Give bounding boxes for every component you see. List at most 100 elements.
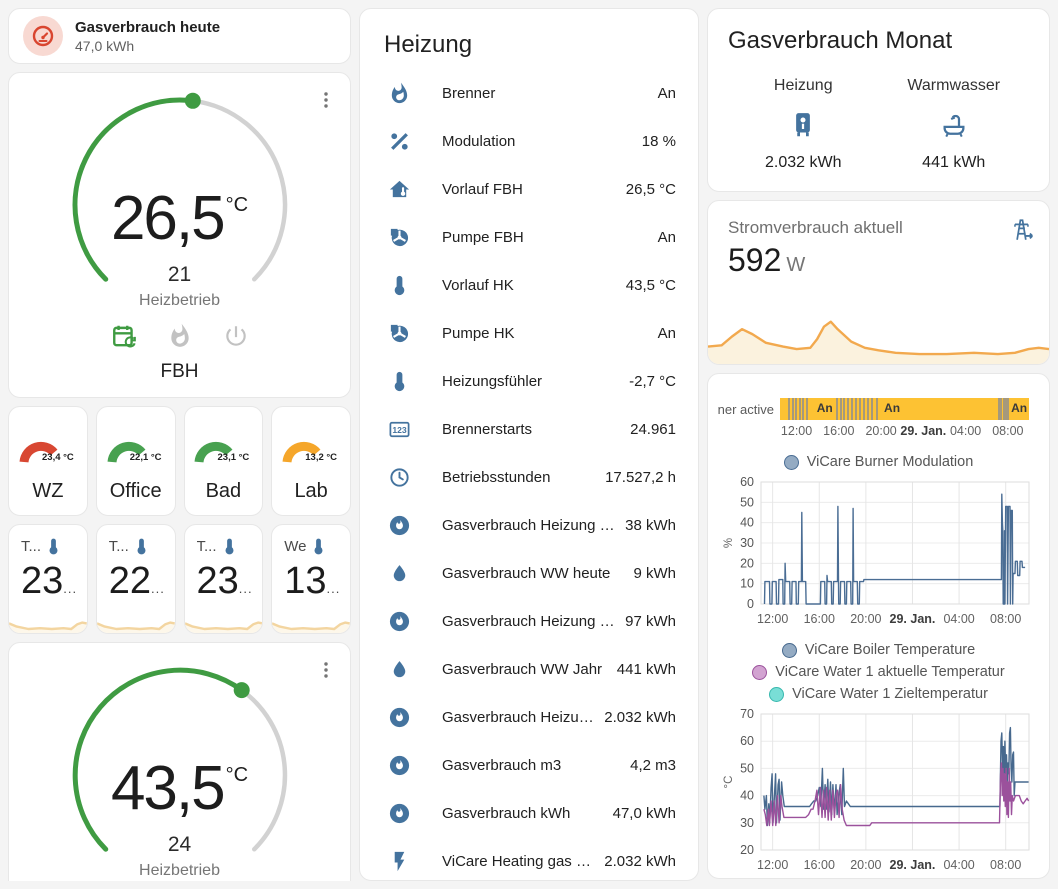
modulation-legend[interactable]: ViCare Burner Modulation [716,454,1041,470]
timeline-off-stripe [795,398,797,420]
sensor-sparkline [9,609,87,633]
entity-row[interactable]: Gasverbrauch m34,2 m3 [376,741,682,789]
gas-today-text: Gasverbrauch heute 47,0 kWh [75,19,220,54]
gauge-card-office[interactable]: 22,1 °C Office [96,406,176,516]
svg-text:16:00: 16:00 [803,612,834,626]
home-thermometer-icon [388,178,411,201]
modulation-chart[interactable]: 010203040506012:0016:0020:0029. Jan.04:0… [721,474,1037,630]
target-temperature: 21 [168,263,191,287]
power-sparkline [708,308,1049,364]
burner-timeline-row: ner active AnAnAn [716,398,1041,420]
entity-row[interactable]: Gasverbrauch WW Jahr441 kWh [376,645,682,693]
transmission-tower-export-icon[interactable] [1009,217,1035,243]
timeline-off-stripe [855,398,857,420]
fire-circle-icon [388,802,411,825]
entity-row[interactable]: Gasverbrauch Heizung Woche97 kWh [376,597,682,645]
fire-icon [388,82,411,105]
legend-dot-icon [784,455,799,470]
entity-row[interactable]: Gasverbrauch WW heute9 kWh [376,549,682,597]
sensor-name: T... [109,538,129,555]
gauge-name: Bad [185,480,263,503]
hvac-mode-label: Heizbetrieb [139,862,220,880]
flash-icon [388,850,411,873]
timeline-off-stripe [1007,398,1009,420]
card-title: Heizung [384,31,682,59]
svg-text:%: % [723,538,735,548]
sensor-card-2[interactable]: T... 22... [96,524,176,634]
calendar-sync-icon[interactable] [111,323,137,349]
entity-row[interactable]: Vorlauf HK43,5 °C [376,261,682,309]
svg-text:04:00: 04:00 [943,612,974,626]
entity-list: BrennerAn Modulation18 % Vorlauf FBH26,5… [376,69,682,881]
burner-timeline-bar[interactable]: AnAnAn [780,398,1029,420]
fire-circle-icon [388,754,411,777]
entity-row[interactable]: Gasverbrauch Heizung heute38 kWh [376,501,682,549]
entity-row[interactable]: Heizungsfühler-2,7 °C [376,357,682,405]
svg-text:29. Jan.: 29. Jan. [889,612,935,626]
more-menu-button[interactable] [310,85,342,117]
thermostat-dial[interactable]: 43,5°C 24 Heizbetrieb [62,657,298,881]
entity-row[interactable]: Gasverbrauch kWh47,0 kWh [376,789,682,837]
power-icon[interactable] [223,323,249,349]
legend-dot-icon [782,643,797,658]
fire-circle-icon [388,610,411,633]
svg-text:40: 40 [740,789,754,803]
svg-text:50: 50 [740,495,754,509]
left-column: Gasverbrauch heute 47,0 kWh 26,5°C 21 He… [8,8,351,881]
timeline-off-stripe [847,398,849,420]
entity-row[interactable]: Brennerstarts24.961 [376,405,682,453]
entity-row[interactable]: Betriebsstunden17.527,2 h [376,453,682,501]
card-title: Gasverbrauch Monat [728,27,1029,55]
sensor-card-3[interactable]: T... 23... [184,524,264,634]
gauge-card-wz[interactable]: 23,4 °C WZ [8,406,88,516]
axis-tick-label: 29. Jan. [900,424,946,438]
sensor-value: 13... [284,562,340,602]
svg-text:30: 30 [740,536,754,550]
more-menu-button[interactable] [310,655,342,687]
timeline-off-stripe [859,398,861,420]
svg-text:40: 40 [740,516,754,530]
gauge-card-bad[interactable]: 23,1 °C Bad [184,406,264,516]
svg-text:12:00: 12:00 [757,858,788,872]
gas-today-card[interactable]: Gasverbrauch heute 47,0 kWh [8,8,351,64]
power-card[interactable]: Stromverbrauch aktuell 592W [707,200,1050,365]
heizung-card: Heizung BrennerAn Modulation18 % Vorlauf… [359,8,699,881]
svg-text:08:00: 08:00 [990,858,1021,872]
water-icon [388,658,411,681]
gauge-value: 23,1 °C [218,452,250,463]
timeline-off-stripe [836,398,838,420]
timeline-off-stripe [806,398,808,420]
gas-month-heizung[interactable]: Heizung 2.032 kWh [728,77,879,172]
entity-row[interactable]: Vorlauf FBH26,5 °C [376,165,682,213]
svg-text:50: 50 [740,761,754,775]
sensor-card-4[interactable]: We 13... [271,524,351,634]
sensor-row: T... 23... T... 22... T... 23... We 13..… [8,524,351,634]
fire-circle-icon [388,706,411,729]
current-temperature: 43,5°C [111,744,248,820]
entity-row[interactable]: ViCare Heating gas consu...2.032 kWh [376,837,682,881]
fire-icon[interactable] [167,323,193,349]
gauge-name: WZ [9,480,87,503]
gas-meter-icon [23,16,63,56]
power-readout: 592W [708,238,1049,279]
entity-row[interactable]: Pumpe FBHAn [376,213,682,261]
gauge-card-lab[interactable]: 13,2 °C Lab [271,406,351,516]
svg-text:60: 60 [740,734,754,748]
temperature-chart[interactable]: 20304050607012:0016:0020:0029. Jan.04:00… [721,706,1037,876]
entity-row[interactable]: BrennerAn [376,69,682,117]
svg-text:30: 30 [740,816,754,830]
target-temperature: 24 [168,833,191,857]
sensor-sparkline [272,609,350,633]
entity-row[interactable]: Modulation18 % [376,117,682,165]
timeline-off-stripe [867,398,869,420]
sensor-card-1[interactable]: T... 23... [8,524,88,634]
entity-row[interactable]: Pumpe HKAn [376,309,682,357]
gas-month-warmwasser[interactable]: Warmwasser 441 kWh [879,77,1030,172]
pump-icon [388,226,411,249]
svg-text:10: 10 [740,577,754,591]
entity-row[interactable]: Gasverbrauch Heizung Jahr2.032 kWh [376,693,682,741]
thermostat-dial[interactable]: 26,5°C 21 Heizbetrieb [62,87,298,323]
thermostat-card-fbh: 26,5°C 21 Heizbetrieb FBH [8,72,351,398]
gauge-value: 13,2 °C [305,452,337,463]
thermometer-icon [388,370,411,393]
